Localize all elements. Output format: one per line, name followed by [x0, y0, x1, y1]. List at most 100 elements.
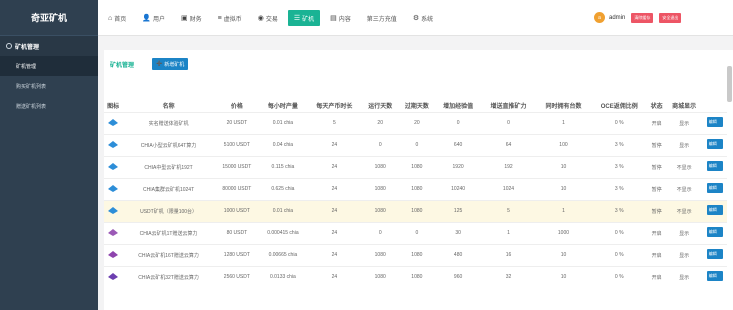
- cell-name: CHIA云矿机1T赠送云算力: [122, 221, 215, 244]
- miner-icon: [108, 207, 119, 214]
- cell-count: 1000: [535, 221, 591, 244]
- nav-item-8[interactable]: ⚙ 系统: [407, 10, 439, 26]
- row-ops-cell: 编辑: [702, 199, 727, 222]
- edit-button[interactable]: 编辑: [706, 227, 723, 237]
- sidebar-item-label: 矿机管理: [16, 63, 37, 70]
- cell-direct-power: 16: [481, 243, 536, 266]
- row-ops-cell: 编辑: [702, 111, 727, 134]
- edit-button[interactable]: 编辑: [706, 161, 723, 171]
- cell-hourly: 0.115 chia: [258, 155, 307, 178]
- cell-exp: 960: [435, 265, 481, 288]
- row-icon-cell: [104, 155, 123, 178]
- nav-item-label: 用户: [152, 16, 165, 23]
- cell-ratio: 3 %: [590, 177, 648, 200]
- row-ops-cell: 编辑: [702, 265, 727, 288]
- column-header: 增加经验值: [443, 104, 474, 111]
- cell-count: 100: [535, 133, 591, 156]
- cell-status: 暂停: [647, 155, 666, 178]
- edit-button[interactable]: 编辑: [706, 183, 723, 193]
- nav-item-label: 财务: [189, 16, 202, 23]
- finance-icon: ▣: [180, 15, 188, 22]
- cell-direct-power: 1024: [481, 177, 536, 200]
- cell-name: CHIA云矿机32T赠送云算力: [122, 265, 215, 288]
- top-bar: ⌂ 首页 👤 用户 ▣ 财务 ≡ 虚拟币 ◉ 交易 ☰ 矿机 ▤ 内容 第三方充值 ⚙ 系统 a admin 清…: [98, 0, 733, 36]
- nav-item-1[interactable]: 👤 用户: [136, 10, 171, 26]
- nav-item-4[interactable]: ◉ 交易: [252, 10, 284, 26]
- miner-icon: [108, 273, 119, 281]
- table-row[interactable]: CHIA云矿机32T赠送云算力 2560 USDT 0.0133 chia 24 108…: [104, 265, 727, 288]
- nav-item-5[interactable]: ☰ 矿机: [287, 10, 321, 26]
- cell-ratio: 0 %: [590, 221, 648, 244]
- nav-item-6[interactable]: ▤ 内容: [324, 10, 357, 26]
- cell-run-days: 20: [361, 111, 399, 134]
- nav-item-label: 矿机: [302, 16, 315, 23]
- user-icon: 👤: [142, 15, 151, 22]
- nav-item-0[interactable]: ⌂ 首页: [102, 10, 132, 26]
- nav-item-label: 交易: [265, 16, 278, 23]
- cell-exp: 0: [435, 111, 481, 134]
- nav-item-2[interactable]: ▣ 财务: [175, 10, 208, 26]
- avatar[interactable]: a: [594, 12, 605, 23]
- miner-icon: [108, 251, 119, 258]
- clear-cache-button[interactable]: 清除缓存: [631, 12, 654, 23]
- sidebar-item-2[interactable]: 赠送矿机列表: [0, 96, 98, 116]
- table-row[interactable]: CHIA云矿机16T赠送云算力 1280 USDT 0.00665 chia 24 10…: [104, 243, 727, 266]
- cell-ratio: 0 %: [590, 111, 648, 134]
- column-header: OCE返佣比例: [600, 104, 638, 111]
- cell-name: CHIA中型云矿机192T: [122, 155, 215, 178]
- cell-name: 实名赠送体验矿机: [122, 111, 215, 134]
- cell-name: CHIA集群云矿机1024T: [122, 177, 215, 200]
- scrollbar[interactable]: [727, 66, 732, 102]
- cell-status: 开启: [647, 265, 666, 288]
- sidebar: 奇亚矿机 矿机管理 矿机管理 购买矿机列表 赠送矿机列表: [0, 0, 98, 310]
- sidebar-item-1[interactable]: 购买矿机列表: [0, 76, 98, 96]
- column-header: 运行天数: [368, 104, 393, 111]
- table-row[interactable]: CHIA集群云矿机1024T 80000 USDT 0.625 chia 24 1080…: [104, 177, 727, 200]
- add-miner-button[interactable]: ➕ 新增矿机: [152, 58, 189, 70]
- nav-item-label: 虚拟币: [223, 16, 242, 23]
- table-header-row: 图标 名称 价格 每小时产量 每天产币时长 运行天数 过期天数 增加经验值 增送直推矿力 同时拥有…: [104, 100, 727, 112]
- cell-count: 10: [535, 155, 591, 178]
- edit-button[interactable]: 编辑: [706, 117, 723, 127]
- column-header: 每天产币时长: [316, 104, 353, 111]
- edit-button[interactable]: 编辑: [706, 139, 723, 149]
- cell-price: 1000 USDT: [214, 199, 259, 222]
- column-header: 状态: [650, 104, 663, 111]
- cell-daily-hours: 5: [306, 111, 362, 134]
- column-header: 增送直推矿力: [490, 104, 527, 111]
- cell-exp: 30: [435, 221, 481, 244]
- cell-display: 不显示: [665, 177, 703, 200]
- table-row[interactable]: CHIA云矿机1T赠送云算力 80 USDT 0.000415 chia 24 0 0 30…: [104, 221, 727, 244]
- table-row[interactable]: CHIA中型云矿机192T 15000 USDT 0.115 chia 24 1080 1…: [104, 155, 727, 178]
- nav-item-3[interactable]: ≡ 虚拟币: [212, 10, 248, 26]
- edit-button[interactable]: 编辑: [706, 205, 723, 215]
- logout-button[interactable]: 安全退出: [659, 12, 682, 23]
- sidebar-item-0[interactable]: 矿机管理: [0, 56, 98, 76]
- database-icon: ≡: [217, 14, 222, 22]
- username[interactable]: admin: [609, 15, 625, 21]
- search-icon: [6, 43, 12, 49]
- sidebar-group-label: 矿机管理: [15, 44, 40, 51]
- row-icon-cell: [104, 133, 123, 156]
- table-row[interactable]: USDT矿机（限量100台） 1000 USDT 0.01 chia 24 1080 10…: [104, 199, 727, 222]
- cell-daily-hours: 24: [306, 177, 362, 200]
- cell-ratio: 3 %: [590, 155, 648, 178]
- row-ops-cell: 编辑: [702, 221, 727, 244]
- row-ops-cell: 编辑: [702, 133, 727, 156]
- cell-count: 1: [535, 111, 591, 134]
- cell-hourly: 0.000415 chia: [258, 221, 307, 244]
- edit-button[interactable]: 编辑: [706, 271, 723, 282]
- nav-item-7[interactable]: 第三方充值: [361, 10, 403, 26]
- cell-daily-hours: 24: [306, 243, 362, 266]
- cell-display: 显示: [665, 221, 703, 244]
- cell-direct-power: 5: [481, 199, 536, 222]
- cell-display: 不显示: [665, 155, 703, 178]
- column-header: 价格: [230, 104, 243, 111]
- edit-button[interactable]: 编辑: [706, 249, 723, 259]
- cell-daily-hours: 24: [306, 265, 362, 288]
- miner-icon: [108, 229, 119, 236]
- sidebar-group-mining[interactable]: 矿机管理: [0, 36, 98, 56]
- cell-direct-power: 192: [481, 155, 536, 178]
- table-row[interactable]: CHIA小型云矿机64T算力 5100 USDT 0.04 chia 24 0 0 640 6…: [104, 133, 727, 156]
- table-row[interactable]: 实名赠送体验矿机 20 USDT 0.01 chia 5 20 20 0 0 1 0 % 开启 显示编…: [104, 111, 727, 134]
